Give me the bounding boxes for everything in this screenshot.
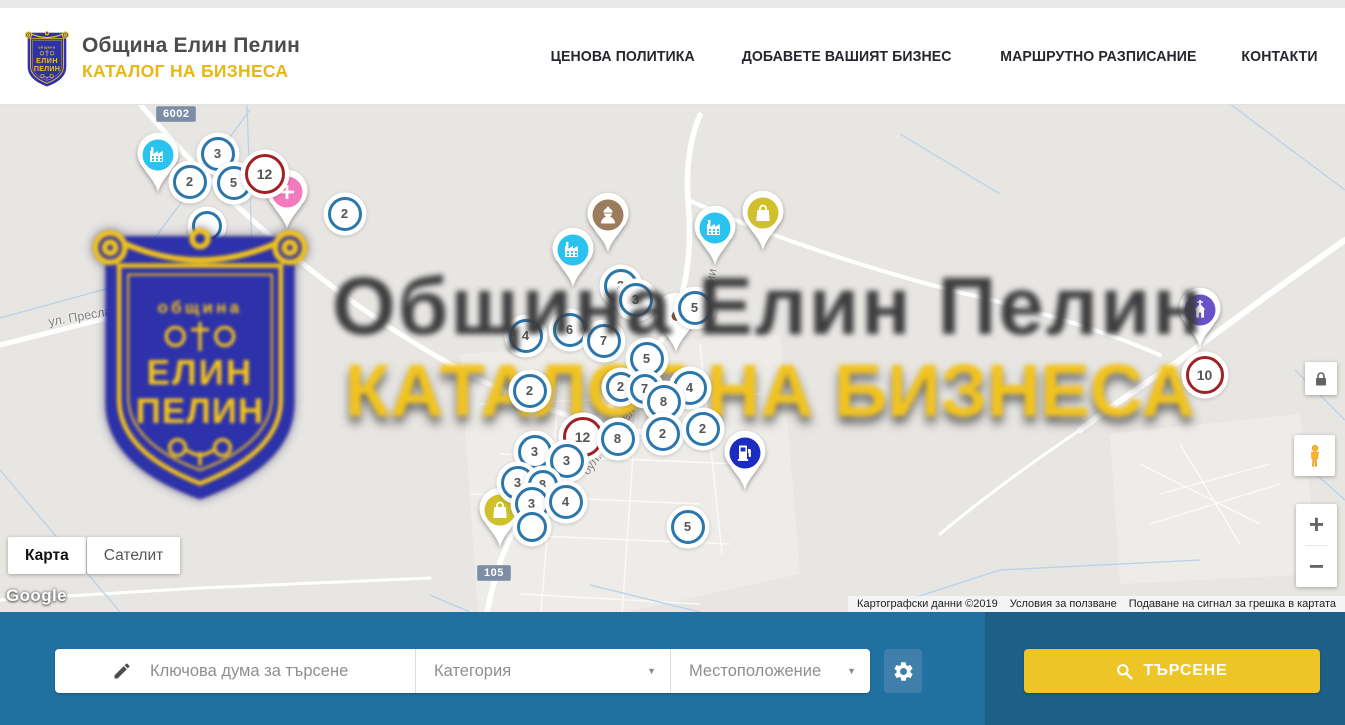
pencil-icon [112, 661, 132, 681]
keyword-input[interactable] [148, 661, 352, 682]
map-type-control: Карта Сателит [8, 537, 180, 574]
category-select[interactable]: Категория ▼ [415, 649, 670, 693]
nav-item-pricing[interactable]: ЦЕНОВА ПОЛИТИКА [550, 48, 694, 65]
search-submit-button[interactable]: ТЪРСЕНЕ [1024, 649, 1320, 693]
magnifier-icon [1116, 663, 1133, 680]
streetview-lock-button[interactable] [1305, 362, 1337, 395]
map-attribution: Картографски данни ©2019 Условия за полз… [848, 596, 1345, 612]
zoom-out-button[interactable]: − [1296, 546, 1337, 587]
search-submit-label: ТЪРСЕНЕ [1143, 662, 1227, 680]
site-header: Община Елин Пелин КАТАЛОГ НА БИЗНЕСА ЦЕН… [0, 8, 1345, 105]
main-nav: ЦЕНОВА ПОЛИТИКА ДОБАВЕТЕ ВАШИЯТ БИЗНЕС М… [546, 8, 1320, 104]
map-type-satellite-button[interactable]: Сателит [87, 537, 180, 574]
advanced-search-button[interactable] [884, 649, 922, 693]
map-pins-top-layer [0, 104, 1345, 612]
location-select-value: Местоположение [689, 662, 821, 681]
chevron-down-icon: ▼ [647, 666, 656, 676]
location-select[interactable]: Местоположение ▼ [670, 649, 870, 693]
zoom-control: + − [1296, 504, 1337, 587]
search-pill: Категория ▼ Местоположение ▼ [55, 649, 870, 693]
poi-pin-fuel[interactable] [722, 432, 768, 492]
lock-icon [1313, 371, 1329, 387]
municipality-crest-icon [24, 28, 70, 88]
keyword-section [55, 649, 415, 693]
site-title: Община Елин Пелин [82, 34, 300, 58]
nav-item-contacts[interactable]: КОНТАКТИ [1241, 48, 1317, 65]
google-logo[interactable]: Google [6, 586, 67, 606]
search-bar: Категория ▼ Местоположение ▼ ТЪРСЕНЕ [0, 612, 1345, 725]
attribution-terms-link[interactable]: Условия за ползване [1004, 598, 1123, 610]
gear-icon [892, 660, 915, 683]
poi-pin-church[interactable] [1177, 289, 1223, 349]
map-type-map-button[interactable]: Карта [8, 537, 86, 574]
pegman-control[interactable] [1294, 435, 1335, 476]
site-subtitle: КАТАЛОГ НА БИЗНЕСА [82, 61, 300, 82]
attribution-report-link[interactable]: Подаване на сигнал за грешка в картата [1123, 598, 1342, 610]
attribution-copyright: Картографски данни ©2019 [851, 598, 1004, 610]
site-logo[interactable]: Община Елин Пелин КАТАЛОГ НА БИЗНЕСА [24, 28, 300, 88]
nav-item-add-business[interactable]: ДОБАВЕТЕ ВАШИЯТ БИЗНЕС [742, 48, 952, 65]
chevron-down-icon: ▼ [847, 666, 856, 676]
category-select-value: Категория [434, 662, 511, 681]
zoom-in-button[interactable]: + [1296, 504, 1337, 545]
pegman-icon [1304, 443, 1326, 469]
nav-item-route-schedule[interactable]: МАРШРУТНО РАЗПИСАНИЕ [1001, 48, 1197, 65]
google-map[interactable]: ул. Преславбул. „Новоселции6002105 КАТАЛ… [0, 104, 1345, 612]
